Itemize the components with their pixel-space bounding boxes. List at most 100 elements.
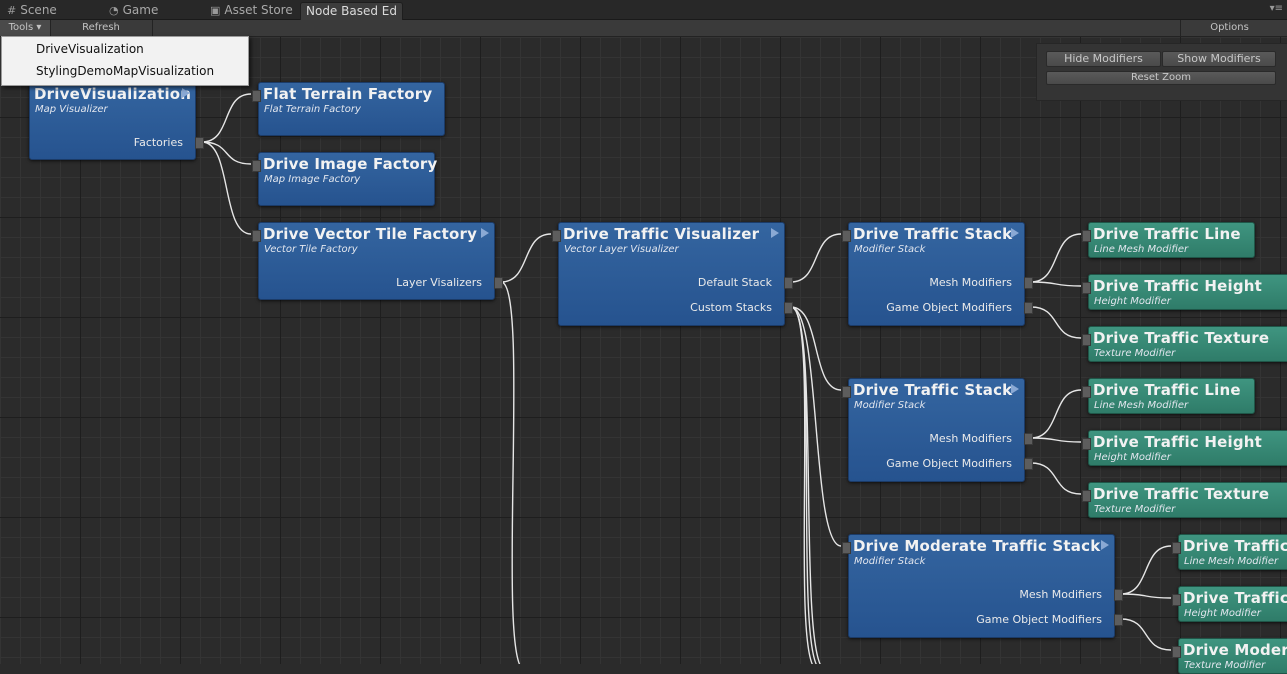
node-title: Drive Traffic Line bbox=[1093, 225, 1241, 243]
node-drive-traffic-texture[interactable]: Drive Traffic Texture Texture Modifier bbox=[1082, 326, 1287, 362]
input-port[interactable] bbox=[1082, 438, 1091, 450]
node-type: Height Modifier bbox=[1184, 608, 1261, 619]
node-drive-traffic-height[interactable]: Drive Traffic Height Height Modifier bbox=[1082, 430, 1287, 466]
input-port[interactable] bbox=[1172, 646, 1181, 658]
input-port[interactable] bbox=[842, 542, 851, 554]
output-port[interactable] bbox=[1024, 433, 1033, 445]
output-port[interactable] bbox=[1114, 589, 1123, 601]
node-drive-traffic-i[interactable]: Drive Traffic IHeight Modifier bbox=[1172, 586, 1287, 622]
node-drive-traffic-stack[interactable]: Drive Traffic Stack Modifier Stack Mesh Mo… bbox=[842, 222, 1033, 326]
tools-menu-button[interactable]: Tools ▾ bbox=[0, 20, 51, 36]
options-button[interactable]: Options bbox=[1180, 20, 1278, 36]
input-port[interactable] bbox=[252, 230, 261, 242]
node-type: Texture Modifier bbox=[1094, 504, 1176, 515]
output-port[interactable] bbox=[1024, 302, 1033, 314]
output-label: Factories bbox=[133, 136, 183, 149]
collapse-arrow-icon[interactable] bbox=[182, 88, 190, 98]
output-label: Game Object Modifiers bbox=[976, 613, 1102, 626]
node-drive-traffic-line[interactable]: Drive Traffic Line Line Mesh Modifier bbox=[1082, 222, 1255, 258]
output-label: Game Object Modifiers bbox=[886, 457, 1012, 470]
collapse-arrow-icon[interactable] bbox=[1101, 540, 1109, 550]
output-port[interactable] bbox=[784, 302, 793, 314]
hide-modifiers-button[interactable]: Hide Modifiers bbox=[1046, 51, 1161, 67]
menu-item-drive-visualization[interactable]: DriveVisualization bbox=[36, 42, 144, 56]
pacman-icon: ◔ bbox=[109, 4, 119, 17]
node-title: Drive Image Factory bbox=[263, 155, 438, 173]
output-label: Mesh Modifiers bbox=[929, 276, 1012, 289]
output-label: Mesh Modifiers bbox=[929, 432, 1012, 445]
node-type: Height Modifier bbox=[1094, 452, 1171, 463]
zoom-panel: Hide Modifiers Show Modifiers Reset Zoom bbox=[1036, 43, 1287, 101]
node-drive-moderate-traffic-stack[interactable]: Drive Moderate Traffic Stack Modifier Sta… bbox=[842, 534, 1123, 638]
node-title: Drive Traffic Stack bbox=[853, 225, 1013, 243]
input-port[interactable] bbox=[1172, 542, 1181, 554]
node-drive-vector-tile-factory[interactable]: Drive Vector Tile Factory Vector Tile Fac… bbox=[252, 222, 503, 300]
node-drive-traffic-texture[interactable]: Drive Traffic Texture Texture Modifier bbox=[1082, 482, 1287, 518]
show-modifiers-button[interactable]: Show Modifiers bbox=[1162, 51, 1276, 67]
input-port[interactable] bbox=[252, 160, 261, 172]
node-type: Line Mesh Modifier bbox=[1184, 556, 1279, 567]
grid-icon: # bbox=[7, 4, 17, 17]
input-port[interactable] bbox=[552, 230, 561, 242]
toolbar: Tools ▾ Refresh Options bbox=[0, 20, 1287, 37]
output-port[interactable] bbox=[494, 277, 503, 289]
node-drive-traffic-line[interactable]: Drive Traffic Line Line Mesh Modifier bbox=[1082, 378, 1255, 414]
tab-node-based-editor[interactable]: Node Based Ed bbox=[300, 2, 403, 20]
menu-item-styling-demo-map-visualization[interactable]: StylingDemoMapVisualization bbox=[36, 64, 214, 78]
node-title: Drive Traffic I bbox=[1183, 537, 1287, 555]
input-port[interactable] bbox=[842, 386, 851, 398]
node-title: Drive Traffic Line bbox=[1093, 381, 1241, 399]
node-type: Line Mesh Modifier bbox=[1094, 244, 1189, 255]
input-port[interactable] bbox=[1082, 230, 1091, 242]
tools-dropdown-menu: DriveVisualization StylingDemoMapVisuali… bbox=[1, 36, 249, 86]
node-type: Vector Tile Factory bbox=[264, 244, 358, 255]
output-port[interactable] bbox=[1114, 614, 1123, 626]
lock-icon: ▣ bbox=[210, 4, 221, 17]
input-port[interactable] bbox=[1082, 282, 1091, 294]
node-title: DriveVisualization bbox=[34, 85, 192, 103]
collapse-arrow-icon[interactable] bbox=[1011, 228, 1019, 238]
node-title: Drive Traffic Stack bbox=[853, 381, 1013, 399]
dropdown-arrow-icon: ▾ bbox=[36, 22, 42, 33]
collapse-arrow-icon[interactable] bbox=[771, 228, 779, 238]
node-title: Drive Traffic Texture bbox=[1093, 329, 1270, 347]
output-label: Custom Stacks bbox=[690, 301, 772, 314]
input-port[interactable] bbox=[1172, 594, 1181, 606]
reset-zoom-button[interactable]: Reset Zoom bbox=[1046, 71, 1276, 85]
node-type: Vector Layer Visualizer bbox=[564, 244, 679, 255]
node-drive-modera[interactable]: Drive ModeraTexture Modifier bbox=[1172, 638, 1287, 674]
node-drive-traffic-stack[interactable]: Drive Traffic Stack Modifier Stack Mesh Mo… bbox=[842, 378, 1033, 482]
node-flat-terrain-factory[interactable]: Flat Terrain Factory Flat Terrain Factory bbox=[252, 82, 445, 136]
node-title: Drive Traffic Visualizer bbox=[563, 225, 760, 243]
input-port[interactable] bbox=[1082, 334, 1091, 346]
node-type: Modifier Stack bbox=[854, 244, 926, 255]
output-port[interactable] bbox=[784, 277, 793, 289]
collapse-arrow-icon[interactable] bbox=[481, 228, 489, 238]
input-port[interactable] bbox=[252, 90, 261, 102]
editor-tab-bar: # Scene ◔ Game ▣ Asset Store Node Based Ed … bbox=[0, 0, 1287, 20]
node-drive-traffic-i[interactable]: Drive Traffic ILine Mesh Modifier bbox=[1172, 534, 1287, 570]
node-title: Drive Traffic Texture bbox=[1093, 485, 1270, 503]
output-port[interactable] bbox=[1024, 277, 1033, 289]
node-drive-image-factory[interactable]: Drive Image Factory Map Image Factory bbox=[252, 152, 438, 206]
input-port[interactable] bbox=[1082, 386, 1091, 398]
node-drivevisualization[interactable]: DriveVisualization Map Visualizer Factorie… bbox=[29, 82, 204, 160]
node-title: Drive Traffic Height bbox=[1093, 433, 1263, 451]
panel-menu-icon[interactable]: ▾≡ bbox=[1270, 3, 1283, 14]
node-drive-traffic-height[interactable]: Drive Traffic Height Height Modifier bbox=[1082, 274, 1287, 310]
output-port[interactable] bbox=[1024, 458, 1033, 470]
tab-scene[interactable]: # Scene bbox=[7, 2, 57, 19]
node-title: Flat Terrain Factory bbox=[263, 85, 433, 103]
input-port[interactable] bbox=[842, 230, 851, 242]
node-type: Height Modifier bbox=[1094, 296, 1171, 307]
refresh-button[interactable]: Refresh bbox=[50, 20, 153, 36]
node-drive-traffic-visualizer[interactable]: Drive Traffic Visualizer Vector Layer Vis… bbox=[552, 222, 793, 326]
collapse-arrow-icon[interactable] bbox=[1011, 384, 1019, 394]
node-type: Flat Terrain Factory bbox=[264, 104, 361, 115]
input-port[interactable] bbox=[1082, 490, 1091, 502]
output-port[interactable] bbox=[195, 137, 204, 149]
node-title: Drive Vector Tile Factory bbox=[263, 225, 478, 243]
tab-asset-store[interactable]: ▣ Asset Store bbox=[210, 2, 293, 19]
tab-game[interactable]: ◔ Game bbox=[109, 2, 158, 19]
node-title: Drive Moderate Traffic Stack bbox=[853, 537, 1101, 555]
